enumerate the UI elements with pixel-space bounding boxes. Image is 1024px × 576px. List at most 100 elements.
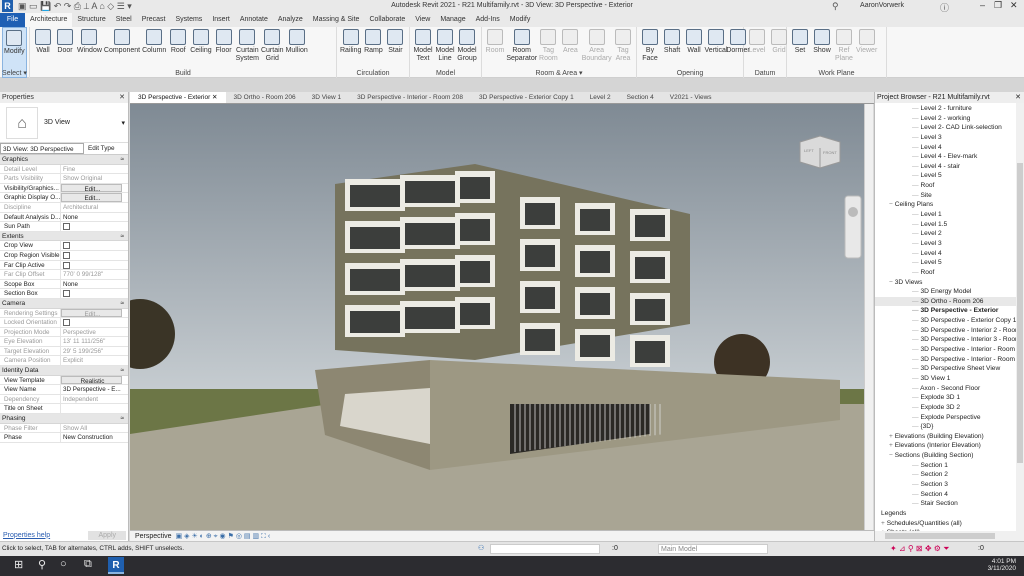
close-icon[interactable]: ✕ — [210, 94, 217, 101]
browser-item[interactable]: — Level 4 - Elev-mark — [875, 152, 1024, 162]
browser-item[interactable]: — 3D Energy Model — [875, 287, 1024, 297]
property-edit-button[interactable]: Edit... — [61, 183, 122, 193]
property-value[interactable]: Show All — [61, 424, 128, 433]
collapse-icon[interactable]: ≈ — [120, 366, 124, 375]
tab-systems[interactable]: Systems — [170, 13, 207, 27]
apply-button[interactable]: Apply — [88, 530, 126, 540]
browser-item[interactable]: − Ceiling Plans — [875, 200, 1024, 210]
tab-massing-site[interactable]: Massing & Site — [308, 13, 365, 27]
property-value[interactable]: None — [61, 280, 128, 289]
browser-item[interactable]: — 3D Perspective Sheet View — [875, 364, 1024, 374]
property-value[interactable]: Show Original — [61, 174, 128, 183]
close-button[interactable]: ✕ — [1010, 0, 1018, 11]
restore-button[interactable]: ❐ — [994, 0, 1002, 11]
checkbox[interactable] — [63, 261, 70, 269]
browser-item[interactable]: + Schedules/Quantities (all) — [875, 519, 1024, 529]
browser-item[interactable]: — Axon - Second Floor — [875, 384, 1024, 394]
property-edit-button[interactable]: Edit... — [61, 308, 122, 318]
browser-item[interactable]: — Explode Perspective — [875, 413, 1024, 423]
group-camera[interactable]: Camera ≈ — [0, 298, 128, 309]
tab-analyze[interactable]: Analyze — [273, 13, 308, 27]
browser-item[interactable]: — Stair Section — [875, 499, 1024, 509]
browser-item[interactable]: − Sections (Building Section) — [875, 451, 1024, 461]
view-tab-3d-ortho-room-206[interactable]: 3D Ortho - Room 206 — [226, 92, 304, 103]
browser-item[interactable]: — Level 3 — [875, 239, 1024, 249]
property-value[interactable]: Independent — [61, 395, 128, 404]
browser-item[interactable]: — 3D Perspective - Interior - Room 208 — [875, 355, 1024, 365]
browser-item[interactable]: — Level 2- CAD Link-selection — [875, 123, 1024, 133]
group-identity-data[interactable]: Identity Data ≈ — [0, 366, 128, 376]
view-control-icons[interactable]: ▣ ◈ ☀ ◐ ⊕ ⌖ ◉ ⚑ ◎ ▤ ▥ ⛶ ‹ — [176, 532, 271, 541]
tab-structure[interactable]: Structure — [72, 13, 110, 27]
tab-precast[interactable]: Precast — [137, 13, 171, 27]
checkbox[interactable] — [63, 242, 70, 250]
property-value[interactable]: New Construction — [61, 433, 128, 442]
browser-item[interactable]: + Elevations (Interior Elevation) — [875, 441, 1024, 451]
properties-help-link[interactable]: Properties help — [3, 532, 50, 539]
tab-annotate[interactable]: Annotate — [235, 13, 273, 27]
browser-item[interactable]: — Level 2 - working — [875, 114, 1024, 124]
browser-item[interactable]: — 3D Perspective - Interior - Room 206 — [875, 345, 1024, 355]
browser-item[interactable]: — Level 2 - furniture — [875, 104, 1024, 114]
checkbox[interactable] — [63, 251, 70, 259]
tab-add-ins[interactable]: Add-Ins — [471, 13, 505, 27]
tab-insert[interactable]: Insert — [207, 13, 235, 27]
property-value[interactable] — [61, 404, 128, 413]
property-value[interactable]: Fine — [61, 165, 128, 174]
collapse-icon[interactable]: ≈ — [120, 232, 124, 241]
revit-taskbar-icon[interactable]: R — [108, 557, 124, 574]
browser-item[interactable]: — 3D Perspective - Interior 3 - Room 20 — [875, 335, 1024, 345]
tab-manage[interactable]: Manage — [435, 13, 470, 27]
browser-item[interactable]: — Section 1 — [875, 461, 1024, 471]
property-edit-button[interactable]: Realistic — [61, 375, 122, 385]
3d-viewport[interactable]: LEFT FRONT — [130, 104, 864, 530]
navigation-bar[interactable] — [844, 195, 862, 259]
close-icon[interactable]: ✕ — [1015, 92, 1024, 103]
selection-options-icons[interactable]: ✦ ⊿ ⚲ ⊠ ✥ ⚙ ⏷ — [890, 544, 950, 554]
instance-selector[interactable]: 3D View: 3D Perspective — [0, 143, 84, 154]
property-value[interactable]: Architectural — [61, 203, 128, 212]
browser-item[interactable]: — Roof — [875, 268, 1024, 278]
checkbox[interactable] — [63, 223, 70, 231]
cortana-icon[interactable]: ○ — [60, 558, 67, 570]
browser-item[interactable]: — Level 5 — [875, 258, 1024, 268]
browser-item[interactable]: — Section 2 — [875, 470, 1024, 480]
edit-type-button[interactable]: Edit Type — [84, 143, 128, 154]
worksets-icon[interactable]: ⚇ — [478, 544, 484, 552]
tab-modify[interactable]: Modify — [505, 13, 536, 27]
property-value[interactable]: 13' 11 111/256" — [61, 337, 128, 346]
windows-start-icon[interactable]: ⊞ — [14, 558, 23, 571]
property-value[interactable]: 29' 5 199/256" — [61, 347, 128, 356]
browser-hscrollbar[interactable] — [875, 531, 1024, 541]
tab-steel[interactable]: Steel — [111, 13, 137, 27]
browser-item[interactable]: — Explode 3D 1 — [875, 393, 1024, 403]
viewcube[interactable]: LEFT FRONT — [799, 135, 841, 169]
browser-scrollbar[interactable] — [1016, 103, 1024, 531]
view-tab-level-2[interactable]: Level 2 — [582, 92, 619, 103]
search-icon[interactable]: ⚲ — [38, 558, 46, 571]
tab-file[interactable]: File — [0, 13, 25, 27]
property-value[interactable]: Explicit — [61, 356, 128, 365]
binoculars-icon[interactable]: ⚲ — [832, 1, 839, 12]
view-tab-v2021-views[interactable]: V2021 - Views — [662, 92, 720, 103]
type-selector[interactable]: ⌂ 3D View ▾ — [0, 103, 128, 143]
view-tab-3d-perspective-exterior[interactable]: 3D Perspective - Exterior ✕ — [130, 92, 226, 103]
browser-item[interactable]: — Level 4 - stair — [875, 162, 1024, 172]
user-account[interactable]: AaronVorwerk — [860, 2, 904, 9]
browser-item[interactable]: — Section 4 — [875, 490, 1024, 500]
browser-item[interactable]: — Level 3 — [875, 133, 1024, 143]
property-value[interactable]: 3D Perspective - E... — [61, 385, 128, 394]
tab-architecture[interactable]: Architecture — [25, 13, 73, 27]
browser-item[interactable]: — Section 3 — [875, 480, 1024, 490]
browser-item[interactable]: − 3D Views — [875, 278, 1024, 288]
close-icon[interactable]: ✕ — [119, 92, 128, 103]
browser-item[interactable]: — 3D Ortho - Room 206 — [875, 296, 1024, 307]
browser-item[interactable]: + Elevations (Building Elevation) — [875, 432, 1024, 442]
view-tab-3d-perspective-interior-room-208[interactable]: 3D Perspective - Interior - Room 208 — [349, 92, 471, 103]
collapse-icon[interactable]: ≈ — [120, 299, 124, 308]
tab-view[interactable]: View — [410, 13, 435, 27]
minimize-button[interactable]: – — [980, 0, 985, 10]
browser-item[interactable]: — 3D Perspective - Exterior — [875, 306, 1024, 316]
property-edit-button[interactable]: Edit... — [61, 193, 122, 202]
group-graphics[interactable]: Graphics ≈ — [0, 155, 128, 165]
